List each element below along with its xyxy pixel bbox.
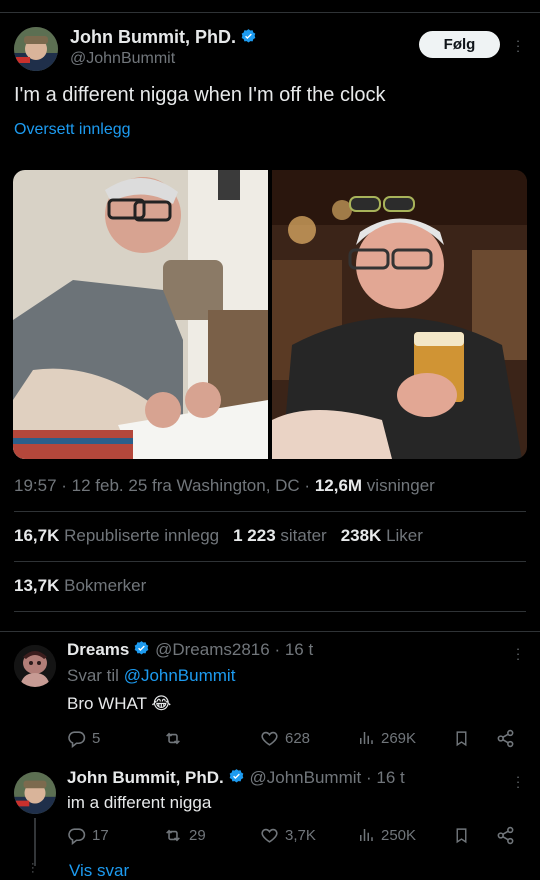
verified-badge-icon xyxy=(135,641,149,655)
repost-icon xyxy=(166,829,180,842)
stats-row: 16,7K Republiserte innlegg 1 223 sitater… xyxy=(14,526,423,546)
views-count: 12,6M xyxy=(314,476,363,495)
reply-avatar-johnbummit[interactable] xyxy=(14,772,56,814)
reply-2-reply-count: 17 xyxy=(92,827,109,844)
divider-stats xyxy=(14,561,526,562)
tweet-photo-2[interactable] xyxy=(272,170,527,459)
bookmark-icon[interactable] xyxy=(453,826,470,845)
repost-icon xyxy=(166,732,180,745)
bookmarks-stat[interactable]: 13,7K Bokmerker xyxy=(14,576,146,596)
tweet-photo-1[interactable] xyxy=(13,170,268,459)
more-dots-icon[interactable]: · · · xyxy=(513,770,523,793)
reply-1-repost-action[interactable] xyxy=(163,729,189,748)
divider-replies xyxy=(0,631,540,632)
reply-1-name[interactable]: Dreams xyxy=(67,640,129,659)
reply-2-reply-action[interactable]: 17 xyxy=(67,826,109,845)
reply-2-like-action[interactable]: 3,7K xyxy=(260,826,316,845)
show-replies-link[interactable]: Vis svar xyxy=(69,861,129,880)
thread-dots: · · · xyxy=(31,858,35,878)
views-icon xyxy=(360,829,373,841)
reply-1-text: Bro WHAT 😂 xyxy=(67,694,172,713)
reply-2-like-count: 3,7K xyxy=(285,827,316,844)
reply-1-reply-count: 5 xyxy=(92,730,101,747)
reply-1-views-count: 269K xyxy=(381,729,417,747)
quotes-count[interactable]: 1 223 xyxy=(233,526,276,545)
follow-button-label[interactable]: Følg xyxy=(444,36,476,53)
quotes-label[interactable]: sitater xyxy=(280,526,326,545)
reply-1-header: Dreams @Dreams2816 · 16 t xyxy=(67,640,313,660)
reply-2-views-count: 250K xyxy=(381,826,417,844)
verified-badge-icon xyxy=(229,769,244,783)
share-icon[interactable] xyxy=(496,826,515,845)
reposts-count[interactable]: 16,7K xyxy=(14,526,59,545)
top-divider xyxy=(0,12,540,13)
reply-icon xyxy=(68,828,86,845)
author-name[interactable]: John Bummit, PhD. xyxy=(70,27,257,48)
tweet-text: I'm a different nigga when I'm off the c… xyxy=(14,84,386,106)
divider-bookmarks xyxy=(14,611,526,612)
quotes-stat[interactable]: 1 223 sitater xyxy=(233,526,327,546)
more-dots-icon[interactable]: · · · xyxy=(513,642,523,665)
reply-1-views-action[interactable]: 269K xyxy=(357,729,416,747)
heart-icon xyxy=(261,731,278,746)
reposts-stat[interactable]: 16,7K Republiserte innlegg xyxy=(14,526,219,546)
likes-count[interactable]: 238K xyxy=(341,526,382,545)
reply-2-name[interactable]: John Bummit, PhD. xyxy=(67,768,224,787)
views-label: visninger xyxy=(362,476,435,495)
reply-1-reply-action[interactable]: 5 xyxy=(67,729,100,748)
likes-label[interactable]: Liker xyxy=(386,526,423,545)
reply-2-header: John Bummit, PhD. @JohnBummit · 16 t xyxy=(67,768,405,788)
more-dots-icon[interactable]: · · · xyxy=(513,34,523,57)
reposts-label[interactable]: Republiserte innlegg xyxy=(64,526,219,545)
author-avatar[interactable] xyxy=(14,27,58,71)
reply-2-views-action[interactable]: 250K xyxy=(357,826,416,844)
reply-2-time[interactable]: · 16 t xyxy=(366,768,405,787)
translate-link[interactable]: Oversett innlegg xyxy=(14,121,131,139)
tweet-timestamp[interactable]: 19:57 · 12 feb. 25 fra Washington, DC · xyxy=(14,476,315,495)
reply-1-replying-prefix: Svar til xyxy=(67,666,124,685)
likes-stat[interactable]: 238K Liker xyxy=(341,526,423,546)
bookmark-icon[interactable] xyxy=(453,729,470,748)
reply-1-replying-handle[interactable]: @JohnBummit xyxy=(124,666,236,685)
tweet-meta: 19:57 · 12 feb. 25 fra Washington, DC · … xyxy=(14,476,435,496)
share-icon[interactable] xyxy=(496,729,515,748)
reply-avatar-dreams[interactable] xyxy=(14,645,56,687)
reply-1-replying-to: Svar til @JohnBummit xyxy=(67,666,235,686)
reply-1-like-action[interactable]: 628 xyxy=(260,729,310,748)
bookmarks-label[interactable]: Bokmerker xyxy=(64,576,146,595)
author-handle[interactable]: @JohnBummit xyxy=(70,50,175,68)
verified-badge-icon xyxy=(241,29,256,43)
reply-2-repost-action[interactable]: 29 xyxy=(163,826,206,845)
reply-1-handle[interactable]: @Dreams2816 xyxy=(155,640,270,659)
reply-icon xyxy=(68,731,86,748)
follow-button[interactable]: Følg xyxy=(419,31,500,58)
divider-meta xyxy=(14,511,526,512)
reply-2-text: im a different nigga xyxy=(67,793,212,812)
views-icon xyxy=(360,732,373,744)
reply-2-repost-count: 29 xyxy=(189,827,206,844)
author-name-text[interactable]: John Bummit, PhD. xyxy=(70,27,236,47)
reply-2-handle[interactable]: @JohnBummit xyxy=(250,768,362,787)
reply-1-like-count: 628 xyxy=(285,730,311,747)
heart-icon xyxy=(261,828,278,843)
bookmarks-count[interactable]: 13,7K xyxy=(14,576,59,595)
reply-1-time[interactable]: · 16 t xyxy=(274,640,313,659)
